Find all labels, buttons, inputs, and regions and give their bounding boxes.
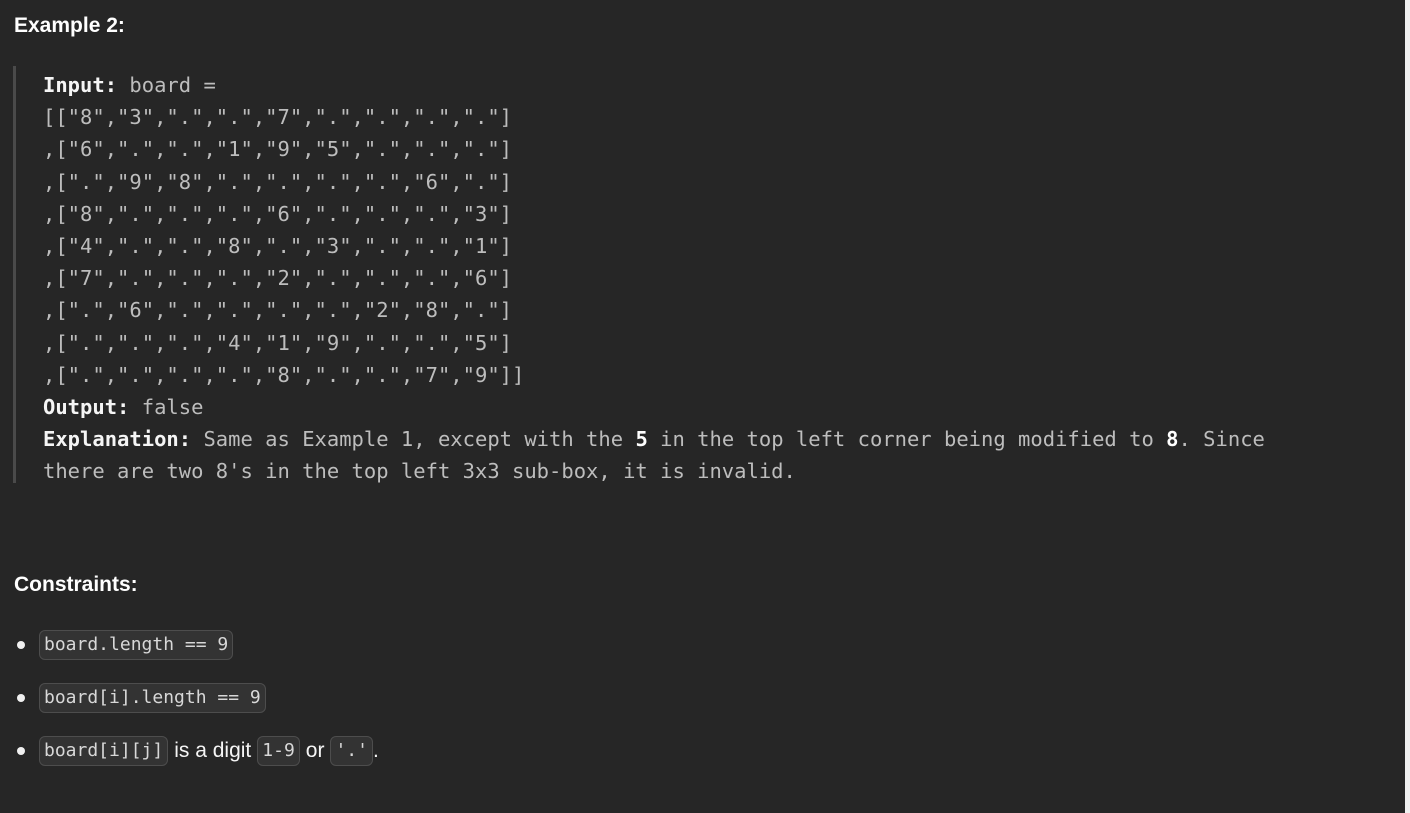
example-blockquote: Input: board = [["8","3",".",".","7","."… <box>13 66 1391 483</box>
constraint-text: or <box>305 739 325 762</box>
constraint-item: board.length == 9 <box>0 627 379 663</box>
explanation-text: . Since <box>1178 427 1265 452</box>
board-line: ,["7",".",".",".","2",".",".",".","6"] <box>43 266 512 291</box>
output-label: Output: <box>43 395 130 420</box>
input-label: Input: <box>43 73 118 97</box>
board-line: ,[".","9","8",".",".",".",".","6","."] <box>43 169 512 194</box>
bullet-icon <box>17 641 25 649</box>
explanation-text: there are two 8's in the top left 3x3 su… <box>43 459 796 484</box>
window-edge <box>1405 0 1410 813</box>
constraint-text: . <box>372 739 379 762</box>
bullet-icon <box>17 694 25 702</box>
constraint-item: board[i][j] is a digit 1-9 or '.' . <box>0 733 379 769</box>
constraint-text: is a digit <box>174 739 252 762</box>
inline-code: board[i].length == 9 <box>39 683 266 713</box>
bullet-icon <box>17 747 25 755</box>
example-code-block: Input: board = [["8","3",".",".","7","."… <box>43 69 1265 488</box>
explanation-bold-value: 8 <box>1166 427 1179 452</box>
constraints-list: board.length == 9 board[i].length == 9 b… <box>0 627 379 786</box>
board-line: ,[".",".",".","4","1","9",".",".","5"] <box>43 330 512 355</box>
explanation-text: in the top left corner being modified to <box>647 427 1167 452</box>
output-value: false <box>129 395 204 420</box>
example-heading: Example 2: <box>14 14 125 37</box>
board-line: ,["4",".",".","8",".","3",".",".","1"] <box>43 234 512 259</box>
inline-code: board[i][j] <box>39 736 169 766</box>
inline-code: '.' <box>330 736 373 766</box>
input-prefix: board = <box>117 73 216 97</box>
board-line: ,[".",".",".",".","8",".",".","7","9"]] <box>43 362 525 387</box>
board-line: ,["8",".",".",".","6",".",".",".","3"] <box>43 201 512 226</box>
constraints-heading: Constraints: <box>14 573 138 596</box>
constraint-item: board[i].length == 9 <box>0 680 379 716</box>
explanation-label: Explanation: <box>43 427 192 452</box>
inline-code: board.length == 9 <box>39 630 234 660</box>
board-line: [["8","3",".",".","7",".",".",".","."] <box>43 105 512 130</box>
explanation-text: Same as Example 1, except with the <box>191 427 636 452</box>
explanation-bold-value: 5 <box>635 427 648 452</box>
inline-code: 1-9 <box>257 736 300 766</box>
board-line: ,["6",".",".","1","9","5",".",".","."] <box>43 137 512 162</box>
board-line: ,[".","6",".",".",".",".","2","8","."] <box>43 298 512 323</box>
